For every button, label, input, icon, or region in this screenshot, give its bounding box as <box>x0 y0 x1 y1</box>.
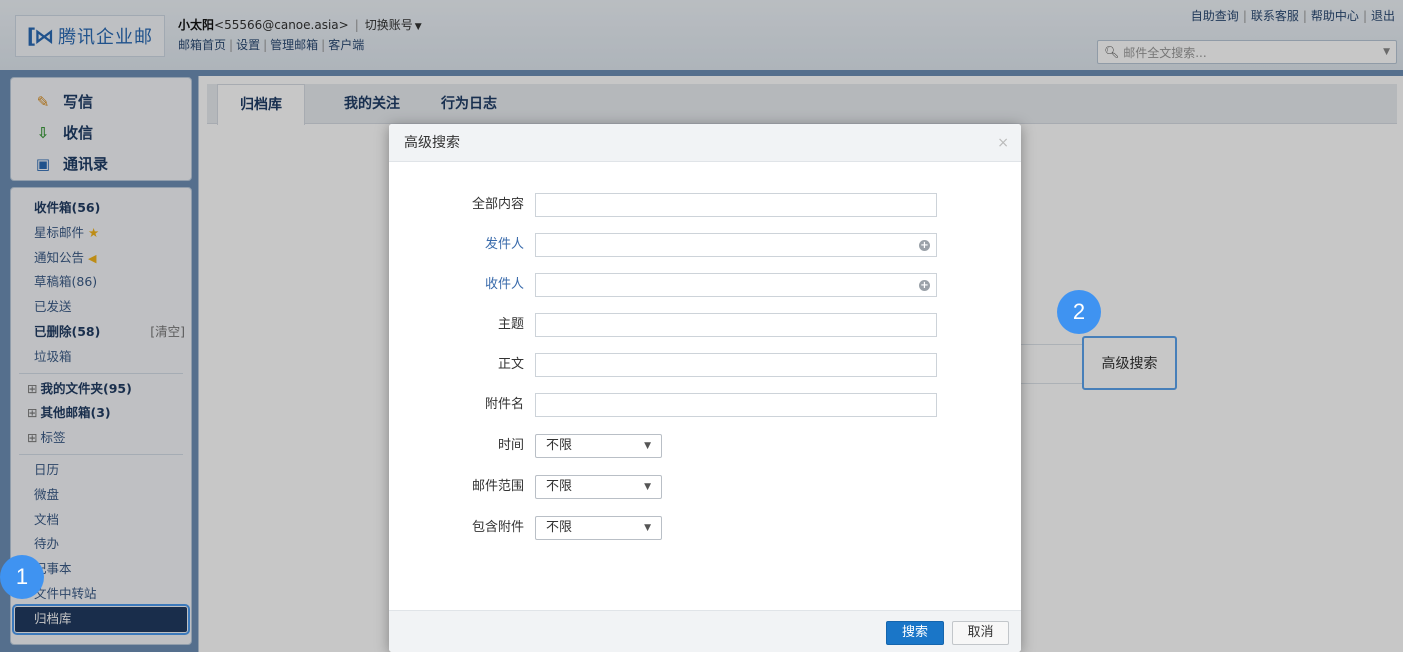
all-content-input[interactable] <box>535 193 937 217</box>
label-attachment-name: 附件名 <box>484 397 524 412</box>
mail-scope-select[interactable]: 不限 ▼ <box>535 475 662 499</box>
row-has-attachment: 包含附件 不限 ▼ <box>389 516 1021 540</box>
dialog-header: 高级搜索 × <box>389 124 1021 162</box>
has-attachment-select-value: 不限 <box>546 520 573 535</box>
label-all-content: 全部内容 <box>471 197 524 212</box>
advanced-search-dialog: 高级搜索 × 全部内容 发件人 + 收件人 + 主题 正文 附件名 时间 不限 ▼… <box>389 124 1021 652</box>
has-attachment-select[interactable]: 不限 ▼ <box>535 516 662 540</box>
chevron-down-icon: ▼ <box>644 523 651 533</box>
label-has-attachment: 包含附件 <box>471 520 524 535</box>
dialog-footer: 搜索 取消 <box>389 610 1021 652</box>
time-select[interactable]: 不限 ▼ <box>535 434 662 458</box>
row-subject: 主题 <box>389 313 1021 337</box>
label-recipient[interactable]: 收件人 <box>449 273 524 297</box>
attachment-name-input[interactable] <box>535 393 937 417</box>
label-mail-scope: 邮件范围 <box>471 479 524 494</box>
row-recipient: 收件人 + <box>389 273 1021 297</box>
label-subject: 主题 <box>497 317 524 332</box>
chevron-down-icon: ▼ <box>644 482 651 492</box>
subject-input[interactable] <box>535 313 937 337</box>
close-icon[interactable]: × <box>997 124 1009 162</box>
recipient-input[interactable]: + <box>535 273 937 297</box>
add-contact-icon[interactable]: + <box>919 240 930 251</box>
step-badge-1: 1 <box>0 555 44 599</box>
label-body: 正文 <box>497 357 524 372</box>
dialog-title: 高级搜索 <box>404 135 460 151</box>
row-time: 时间 不限 ▼ <box>389 434 1021 458</box>
search-button[interactable]: 搜索 <box>886 621 944 645</box>
label-sender[interactable]: 发件人 <box>449 233 524 257</box>
body-input[interactable] <box>535 353 937 377</box>
sender-input[interactable]: + <box>535 233 937 257</box>
step-badge-2: 2 <box>1057 290 1101 334</box>
row-all-content: 全部内容 <box>389 193 1021 217</box>
chevron-down-icon: ▼ <box>644 441 651 451</box>
row-attachment-name: 附件名 <box>389 393 1021 417</box>
row-sender: 发件人 + <box>389 233 1021 257</box>
cancel-button[interactable]: 取消 <box>952 621 1009 645</box>
time-select-value: 不限 <box>546 438 573 453</box>
add-contact-icon[interactable]: + <box>919 280 930 291</box>
row-mail-scope: 邮件范围 不限 ▼ <box>389 475 1021 499</box>
label-time: 时间 <box>497 438 524 453</box>
row-body: 正文 <box>389 353 1021 377</box>
mail-scope-select-value: 不限 <box>546 479 573 494</box>
